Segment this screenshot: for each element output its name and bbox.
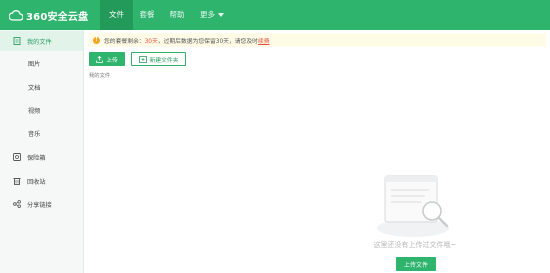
file-icon — [13, 37, 21, 45]
top-navigation-bar: 360安全云盘 文件 套餐 帮助 更多 — [0, 0, 550, 30]
empty-state-message: 这里还没有上传过文件哦~ — [373, 241, 457, 249]
upload-button[interactable]: 上传 — [89, 52, 125, 66]
upload-icon — [96, 55, 103, 63]
notice-days: 30天 — [144, 38, 158, 45]
app-logo-text: 360安全云盘 — [26, 11, 89, 23]
sidebar-item-label: 音乐 — [28, 130, 41, 138]
warning-icon: ! — [93, 36, 100, 44]
sidebar: 我的文件 图片 文档 视频 音乐 保险箱 回收站 分享链接 — [0, 30, 84, 273]
sidebar-item-my-files[interactable]: 我的文件 — [0, 31, 84, 51]
nav-tab-help[interactable]: 帮助 — [161, 0, 193, 30]
sidebar-item-label: 图片 — [28, 60, 41, 68]
sidebar-item-share-links[interactable]: 分享链接 — [0, 194, 84, 214]
nav-tab-more-label: 更多 — [200, 10, 215, 19]
sidebar-item-documents[interactable]: 文档 — [0, 77, 84, 97]
sidebar-item-music[interactable]: 音乐 — [0, 123, 84, 143]
sidebar-item-label: 分享链接 — [27, 201, 52, 209]
upload-file-button[interactable]: 上传文件 — [396, 257, 436, 271]
sidebar-item-label: 保险箱 — [27, 154, 46, 162]
sidebar-item-recycle-bin[interactable]: 回收站 — [0, 171, 84, 191]
nav-tab-more[interactable]: 更多 — [193, 0, 231, 30]
notice-middle: ，过期后数据为您保留30天，请您及时 — [157, 38, 258, 45]
upload-button-label: 上传 — [106, 57, 118, 64]
share-icon — [13, 200, 21, 208]
nav-tab-plans[interactable]: 套餐 — [133, 0, 161, 30]
renew-link[interactable]: 续费 — [258, 36, 270, 45]
app-logo[interactable]: 360安全云盘 — [9, 8, 89, 23]
new-folder-icon — [138, 55, 147, 63]
chevron-down-icon — [218, 13, 224, 17]
nav-tab-files[interactable]: 文件 — [100, 0, 133, 30]
sidebar-item-label: 文档 — [28, 84, 41, 92]
sidebar-item-images[interactable]: 图片 — [0, 53, 84, 73]
recycle-bin-icon — [13, 178, 21, 185]
sidebar-item-label: 视频 — [28, 107, 41, 115]
new-folder-button[interactable]: 新建文件夹 — [131, 52, 186, 66]
sidebar-item-videos[interactable]: 视频 — [0, 100, 84, 120]
sidebar-item-label: 我的文件 — [27, 38, 52, 46]
sidebar-item-safe[interactable]: 保险箱 — [0, 147, 84, 167]
sidebar-item-label: 回收站 — [27, 178, 46, 186]
breadcrumb[interactable]: 我的文件 — [89, 71, 110, 79]
cloud-logo-icon — [9, 9, 23, 21]
safe-icon — [13, 153, 21, 161]
notice-prefix: 您的套餐剩余： — [104, 38, 145, 45]
empty-folder-illustration — [377, 175, 449, 237]
new-folder-button-label: 新建文件夹 — [149, 57, 179, 64]
plan-expiry-notice: ! 您的套餐剩余： 30天 ，过期后数据为您保留30天，请您及时 续费 — [88, 33, 546, 47]
